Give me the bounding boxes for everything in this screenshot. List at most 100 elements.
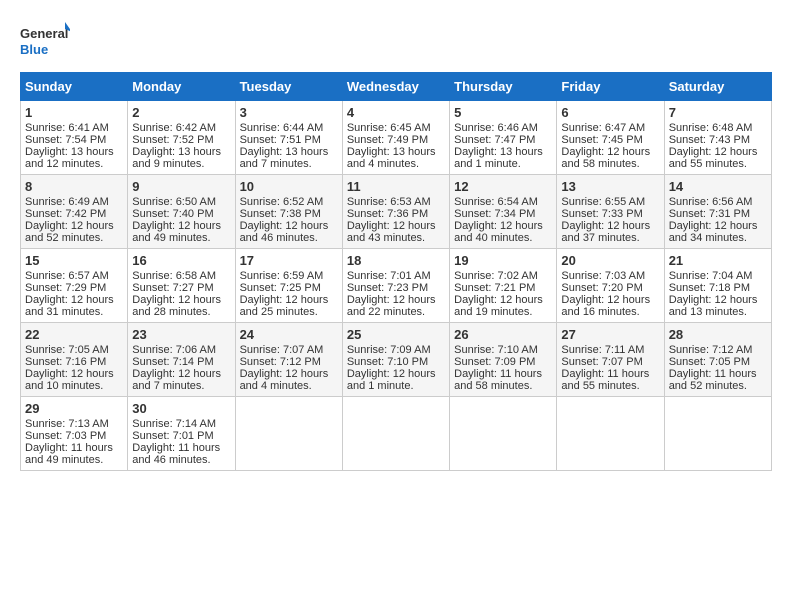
day-info-line: Sunset: 7:23 PM (347, 282, 445, 294)
day-info-line: and 22 minutes. (347, 306, 445, 318)
day-info-line: Daylight: 12 hours (132, 368, 230, 380)
day-info-line: and 58 minutes. (561, 158, 659, 170)
day-info-line: Daylight: 12 hours (240, 294, 338, 306)
day-info-line: Sunrise: 7:06 AM (132, 344, 230, 356)
day-cell: 10Sunrise: 6:52 AMSunset: 7:38 PMDayligh… (235, 175, 342, 249)
day-cell: 30Sunrise: 7:14 AMSunset: 7:01 PMDayligh… (128, 397, 235, 471)
day-info-line: Sunset: 7:09 PM (454, 356, 552, 368)
day-info-line: and 31 minutes. (25, 306, 123, 318)
weekday-sunday: Sunday (21, 73, 128, 101)
day-info-line: and 9 minutes. (132, 158, 230, 170)
day-number: 14 (669, 179, 767, 194)
day-info-line: Sunset: 7:43 PM (669, 134, 767, 146)
day-info-line: and 46 minutes. (132, 454, 230, 466)
day-info-line: Sunrise: 7:07 AM (240, 344, 338, 356)
day-info-line: Sunrise: 6:56 AM (669, 196, 767, 208)
day-info-line: Daylight: 12 hours (347, 220, 445, 232)
day-info-line: Sunset: 7:14 PM (132, 356, 230, 368)
day-number: 21 (669, 253, 767, 268)
day-cell: 12Sunrise: 6:54 AMSunset: 7:34 PMDayligh… (450, 175, 557, 249)
day-info-line: Sunset: 7:40 PM (132, 208, 230, 220)
day-cell: 9Sunrise: 6:50 AMSunset: 7:40 PMDaylight… (128, 175, 235, 249)
day-info-line: Sunrise: 6:54 AM (454, 196, 552, 208)
day-cell: 15Sunrise: 6:57 AMSunset: 7:29 PMDayligh… (21, 249, 128, 323)
day-info-line: Sunrise: 7:10 AM (454, 344, 552, 356)
day-info-line: Sunrise: 6:46 AM (454, 122, 552, 134)
day-info-line: Daylight: 11 hours (561, 368, 659, 380)
page-header: General Blue (20, 20, 772, 62)
day-info-line: Daylight: 12 hours (669, 220, 767, 232)
day-info-line: Daylight: 13 hours (454, 146, 552, 158)
day-number: 2 (132, 105, 230, 120)
day-info-line: Sunset: 7:45 PM (561, 134, 659, 146)
day-info-line: Sunrise: 6:53 AM (347, 196, 445, 208)
day-info-line: Daylight: 12 hours (561, 220, 659, 232)
day-info-line: Sunrise: 6:45 AM (347, 122, 445, 134)
day-cell: 4Sunrise: 6:45 AMSunset: 7:49 PMDaylight… (342, 101, 449, 175)
day-info-line: Sunrise: 7:03 AM (561, 270, 659, 282)
day-info-line: Sunrise: 6:57 AM (25, 270, 123, 282)
day-number: 1 (25, 105, 123, 120)
day-info-line: Sunset: 7:07 PM (561, 356, 659, 368)
day-info-line: Daylight: 11 hours (669, 368, 767, 380)
logo: General Blue (20, 20, 70, 62)
day-info-line: Sunrise: 6:41 AM (25, 122, 123, 134)
day-cell (342, 397, 449, 471)
day-number: 26 (454, 327, 552, 342)
day-cell: 23Sunrise: 7:06 AMSunset: 7:14 PMDayligh… (128, 323, 235, 397)
day-info-line: and 55 minutes. (669, 158, 767, 170)
day-info-line: Sunset: 7:16 PM (25, 356, 123, 368)
svg-text:General: General (20, 26, 68, 41)
day-cell: 11Sunrise: 6:53 AMSunset: 7:36 PMDayligh… (342, 175, 449, 249)
day-cell: 5Sunrise: 6:46 AMSunset: 7:47 PMDaylight… (450, 101, 557, 175)
day-cell: 16Sunrise: 6:58 AMSunset: 7:27 PMDayligh… (128, 249, 235, 323)
day-info-line: Daylight: 12 hours (561, 294, 659, 306)
day-info-line: Sunrise: 7:05 AM (25, 344, 123, 356)
day-info-line: Sunrise: 6:42 AM (132, 122, 230, 134)
day-cell: 17Sunrise: 6:59 AMSunset: 7:25 PMDayligh… (235, 249, 342, 323)
day-info-line: Sunrise: 6:59 AM (240, 270, 338, 282)
day-cell: 14 Sunrise: 6:56 AMSunset: 7:31 PMDayligh… (664, 175, 771, 249)
week-row-5: 29Sunrise: 7:13 AMSunset: 7:03 PMDayligh… (21, 397, 772, 471)
day-info-line: and 1 minute. (347, 380, 445, 392)
day-info-line: Sunset: 7:10 PM (347, 356, 445, 368)
day-number: 9 (132, 179, 230, 194)
day-info-line: Sunset: 7:52 PM (132, 134, 230, 146)
day-info-line: Daylight: 12 hours (669, 146, 767, 158)
day-info-line: Sunrise: 7:13 AM (25, 418, 123, 430)
day-cell: 28Sunrise: 7:12 AMSunset: 7:05 PMDayligh… (664, 323, 771, 397)
week-row-4: 22Sunrise: 7:05 AMSunset: 7:16 PMDayligh… (21, 323, 772, 397)
day-cell (664, 397, 771, 471)
day-info-line: Sunset: 7:51 PM (240, 134, 338, 146)
day-number: 20 (561, 253, 659, 268)
day-info-line: and 52 minutes. (669, 380, 767, 392)
day-info-line: Sunrise: 7:14 AM (132, 418, 230, 430)
day-info-line: and 34 minutes. (669, 232, 767, 244)
day-cell: 21Sunrise: 7:04 AMSunset: 7:18 PMDayligh… (664, 249, 771, 323)
day-number: 15 (25, 253, 123, 268)
day-info-line: Daylight: 12 hours (454, 294, 552, 306)
day-info-line: Daylight: 13 hours (25, 146, 123, 158)
day-info-line: Sunrise: 7:04 AM (669, 270, 767, 282)
day-cell: 25Sunrise: 7:09 AMSunset: 7:10 PMDayligh… (342, 323, 449, 397)
day-info-line: Sunrise: 6:44 AM (240, 122, 338, 134)
day-info-line: Sunrise: 7:01 AM (347, 270, 445, 282)
day-number: 8 (25, 179, 123, 194)
day-number: 27 (561, 327, 659, 342)
day-info-line: Sunset: 7:03 PM (25, 430, 123, 442)
day-number: 29 (25, 401, 123, 416)
weekday-tuesday: Tuesday (235, 73, 342, 101)
day-info-line: Sunrise: 6:49 AM (25, 196, 123, 208)
day-info-line: and 1 minute. (454, 158, 552, 170)
day-info-line: Sunset: 7:49 PM (347, 134, 445, 146)
day-info-line: and 46 minutes. (240, 232, 338, 244)
day-info-line: Daylight: 12 hours (454, 220, 552, 232)
day-number: 19 (454, 253, 552, 268)
day-info-line: and 49 minutes. (25, 454, 123, 466)
day-info-line: Sunset: 7:31 PM (669, 208, 767, 220)
day-info-line: Daylight: 12 hours (25, 294, 123, 306)
day-info-line: Sunset: 7:18 PM (669, 282, 767, 294)
logo-svg: General Blue (20, 20, 70, 62)
day-number: 24 (240, 327, 338, 342)
calendar-body: 1Sunrise: 6:41 AMSunset: 7:54 PMDaylight… (21, 101, 772, 471)
